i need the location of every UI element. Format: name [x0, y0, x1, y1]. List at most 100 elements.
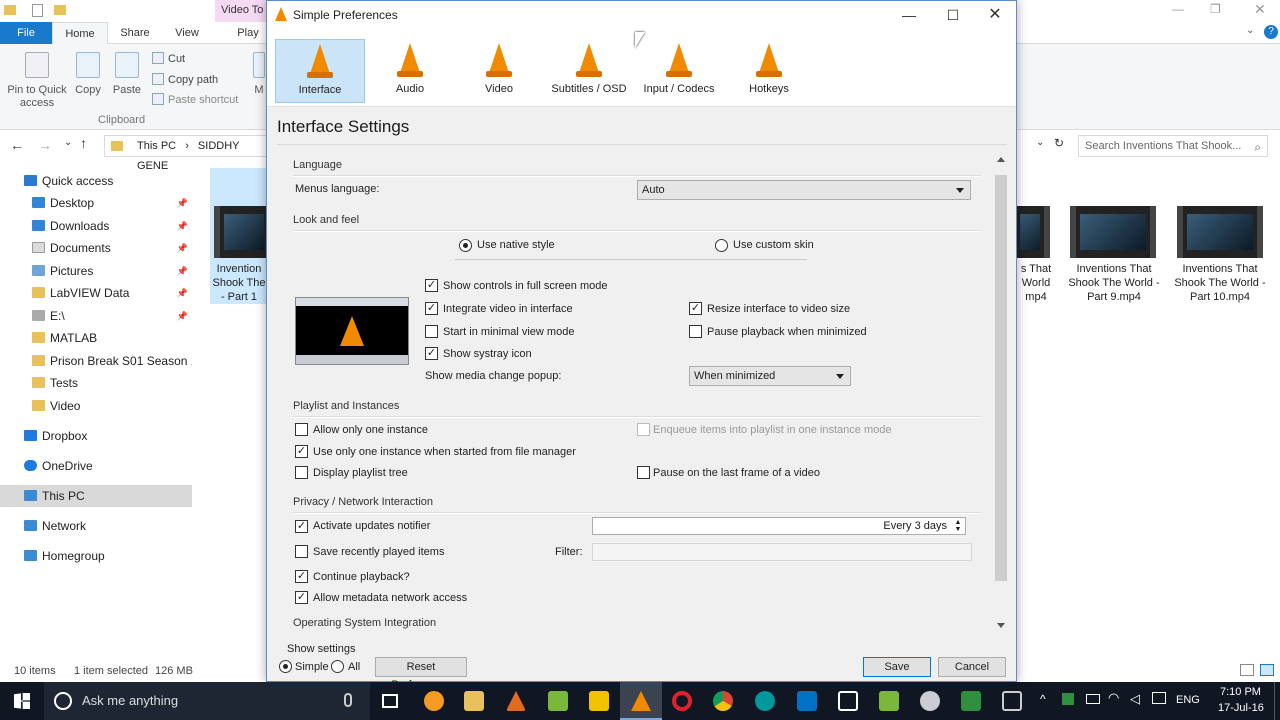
category-video[interactable]: Video	[454, 39, 544, 103]
search-box[interactable]: Search Inventions That Shook... ⌕	[1078, 135, 1268, 157]
app-green-icon[interactable]	[961, 691, 981, 711]
show-simple-radio[interactable]	[279, 660, 292, 673]
back-arrow-icon[interactable]: ←	[10, 137, 24, 153]
cut-button[interactable]: Cut	[152, 52, 185, 65]
explorer-maximize-icon[interactable]: ❐	[1210, 2, 1221, 16]
save-button[interactable]: Save	[863, 657, 931, 677]
category-subtitles[interactable]: Subtitles / OSD	[544, 39, 634, 103]
scrollbar-thumb[interactable]	[995, 175, 1007, 581]
labview-icon[interactable]	[589, 691, 609, 711]
calendar-icon[interactable]	[838, 691, 858, 711]
microphone-icon[interactable]	[344, 693, 352, 707]
show-desktop-button[interactable]	[1274, 682, 1280, 720]
wifi-icon[interactable]: ◠	[1108, 690, 1119, 706]
menus-language-select[interactable]: Auto	[637, 180, 971, 200]
firefox-icon[interactable]	[424, 691, 444, 711]
sidebar-item-prison-break[interactable]: Prison Break S01 Season 1 720	[0, 350, 192, 372]
power-icon[interactable]	[1086, 694, 1100, 704]
chrome-icon[interactable]	[713, 691, 733, 711]
sidebar-item-this-pc[interactable]: This PC	[0, 485, 192, 507]
tab-home[interactable]: Home	[52, 22, 108, 44]
recent-dropdown-icon[interactable]: ⌄	[64, 137, 72, 148]
notification-icon[interactable]	[1152, 692, 1166, 704]
app-gray-icon[interactable]	[920, 691, 940, 711]
file-manager-instance-checkbox[interactable]: ✓	[295, 445, 308, 458]
details-view-icon[interactable]	[1240, 664, 1254, 676]
opera-icon[interactable]	[672, 691, 692, 711]
cortana-search-box[interactable]: Ask me anything	[44, 682, 370, 720]
address-this-pc[interactable]: This PC	[137, 140, 176, 152]
tray-app-icon[interactable]	[1062, 693, 1074, 705]
sidebar-item-quick-access[interactable]: Quick access	[0, 170, 192, 192]
thumbnail-view-icon[interactable]	[1260, 664, 1274, 676]
refresh-icon[interactable]: ↻	[1054, 136, 1064, 150]
app-icon[interactable]	[548, 691, 568, 711]
category-input-codecs[interactable]: Input / Codecs	[634, 39, 724, 103]
pause-minimized-checkbox[interactable]	[689, 325, 702, 338]
minimal-view-checkbox[interactable]	[425, 325, 438, 338]
paste-button[interactable]: Paste	[110, 52, 144, 97]
integrate-video-checkbox[interactable]: ✓	[425, 302, 438, 315]
app-window-icon[interactable]	[1002, 691, 1022, 711]
playlist-tree-checkbox[interactable]	[295, 466, 308, 479]
tab-share[interactable]: Share	[110, 22, 160, 44]
systray-checkbox[interactable]: ✓	[425, 347, 438, 360]
excel-icon[interactable]	[879, 691, 899, 711]
video-thumbnail[interactable]	[1177, 206, 1263, 258]
sidebar-item-labview[interactable]: LabVIEW Data 📌	[0, 282, 192, 304]
help-icon[interactable]: ?	[1264, 25, 1278, 39]
close-icon[interactable]: ✕	[973, 1, 1017, 29]
scroll-down-icon[interactable]	[997, 623, 1005, 628]
sidebar-item-matlab[interactable]: MATLAB	[0, 327, 192, 349]
settings-scrollbar[interactable]	[994, 153, 1008, 633]
move-to-button[interactable]: M	[252, 52, 266, 97]
metadata-access-checkbox[interactable]: ✓	[295, 591, 308, 604]
resize-interface-checkbox[interactable]: ✓	[689, 302, 702, 315]
scroll-up-icon[interactable]	[997, 157, 1005, 162]
arduino-icon[interactable]	[755, 691, 775, 711]
explorer-minimize-icon[interactable]: —	[1172, 2, 1184, 16]
tab-file[interactable]: File	[0, 22, 52, 44]
tray-chevron-icon[interactable]: ^	[1040, 692, 1046, 706]
reset-preferences-button[interactable]: Reset Preferences	[375, 657, 467, 691]
minimize-icon[interactable]: —	[887, 1, 931, 29]
cancel-button[interactable]: Cancel	[938, 657, 1006, 677]
sidebar-item-homegroup[interactable]: Homegroup	[0, 545, 192, 567]
updates-notifier-checkbox[interactable]: ✓	[295, 520, 308, 533]
tab-play[interactable]: Play	[228, 22, 268, 44]
custom-skin-radio[interactable]	[715, 239, 728, 252]
sidebar-item-network[interactable]: Network	[0, 515, 192, 537]
sidebar-item-e-drive[interactable]: E:\ 📌	[0, 305, 192, 327]
up-arrow-icon[interactable]: ↑	[80, 135, 87, 151]
clock-date[interactable]: 17-Jul-16	[1218, 702, 1264, 714]
sidebar-item-video[interactable]: Video	[0, 395, 192, 417]
native-style-radio[interactable]	[459, 239, 472, 252]
save-recent-checkbox[interactable]	[295, 545, 308, 558]
forward-arrow-icon[interactable]: →	[38, 137, 52, 153]
outlook-icon[interactable]	[797, 691, 817, 711]
sidebar-item-pictures[interactable]: Pictures 📌	[0, 260, 192, 282]
language-indicator[interactable]: ENG	[1176, 694, 1200, 706]
pin-quick-access-button[interactable]: Pin to Quick access	[4, 52, 70, 110]
new-folder-icon[interactable]	[54, 5, 66, 15]
continue-playback-checkbox[interactable]: ✓	[295, 570, 308, 583]
category-interface[interactable]: Interface	[275, 39, 365, 103]
copy-button[interactable]: Copy	[72, 52, 104, 97]
copy-path-button[interactable]: Copy path	[152, 73, 218, 86]
media-popup-select[interactable]: When minimized	[689, 366, 851, 386]
properties-icon[interactable]	[32, 4, 43, 17]
maximize-icon[interactable]: ☐	[931, 1, 975, 29]
sidebar-item-tests[interactable]: Tests	[0, 372, 192, 394]
sidebar-item-downloads[interactable]: Downloads 📌	[0, 215, 192, 237]
paste-shortcut-button[interactable]: Paste shortcut	[152, 93, 238, 106]
sidebar-item-desktop[interactable]: Desktop 📌	[0, 192, 192, 214]
address-dropdown-icon[interactable]: ⌄	[1036, 137, 1044, 148]
tab-view[interactable]: View	[162, 22, 212, 44]
spin-arrows-icon[interactable]: ▲ ▼	[953, 519, 963, 533]
ribbon-collapse-icon[interactable]: ⌄	[1246, 25, 1254, 36]
sidebar-item-onedrive[interactable]: OneDrive	[0, 455, 192, 477]
volume-icon[interactable]: ◁	[1130, 691, 1140, 707]
one-instance-checkbox[interactable]	[295, 423, 308, 436]
sidebar-item-dropbox[interactable]: Dropbox	[0, 425, 192, 447]
video-tools-tab[interactable]: Video To	[215, 0, 267, 22]
